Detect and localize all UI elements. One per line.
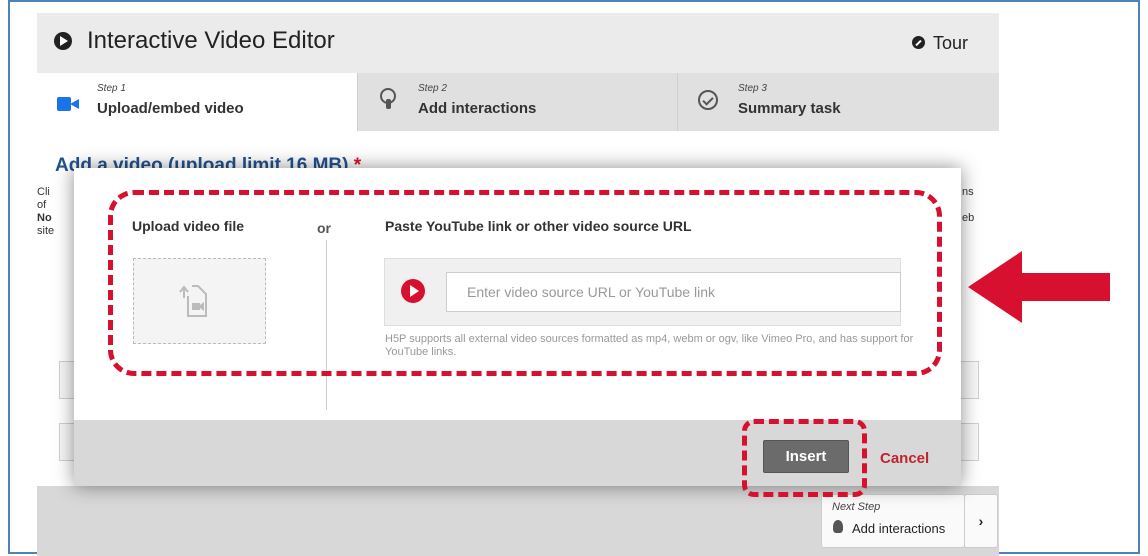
description-fragment: of (37, 199, 47, 211)
pointer-hand-icon (380, 88, 396, 109)
tab-summary-task[interactable]: Step 3 Summary task (677, 73, 999, 131)
step-label: Summary task (738, 100, 841, 117)
description-fragment: ns (962, 186, 974, 198)
step-tabs: Step 1 Upload/embed video Step 2 Add int… (37, 73, 999, 131)
step-number: Step 1 (97, 83, 126, 94)
highlight-dashed-box-insert (742, 419, 867, 497)
video-camera-icon (57, 97, 79, 111)
pointer-hand-icon (833, 520, 843, 533)
next-step-label: Add interactions (852, 521, 946, 536)
description-fragment: site (37, 225, 55, 237)
step-number: Step 2 (418, 83, 447, 94)
description-fragment: No (37, 212, 52, 224)
tab-upload-embed-video[interactable]: Step 1 Upload/embed video (37, 73, 357, 131)
cancel-button[interactable]: Cancel (880, 450, 929, 467)
editor-header: Interactive Video Editor Tour (37, 13, 999, 73)
step-number: Step 3 (738, 83, 767, 94)
play-circle-icon (54, 32, 72, 50)
tour-link[interactable]: Tour (933, 33, 968, 54)
step-label: Add interactions (418, 100, 537, 117)
compass-icon[interactable] (912, 36, 925, 49)
chevron-right-icon[interactable]: › (964, 494, 998, 548)
check-circle-icon (698, 90, 718, 110)
red-arrow-annotation (968, 251, 1110, 323)
step-label: Upload/embed video (97, 100, 244, 117)
next-step-small: Next Step (832, 501, 881, 513)
highlight-dashed-box (108, 190, 942, 376)
description-fragment: Cli (37, 186, 50, 198)
next-step-button[interactable]: Next Step Add interactions (821, 494, 965, 548)
editor-title: Interactive Video Editor (87, 27, 335, 54)
description-fragment: eb (962, 212, 975, 224)
tab-add-interactions[interactable]: Step 2 Add interactions (357, 73, 677, 131)
